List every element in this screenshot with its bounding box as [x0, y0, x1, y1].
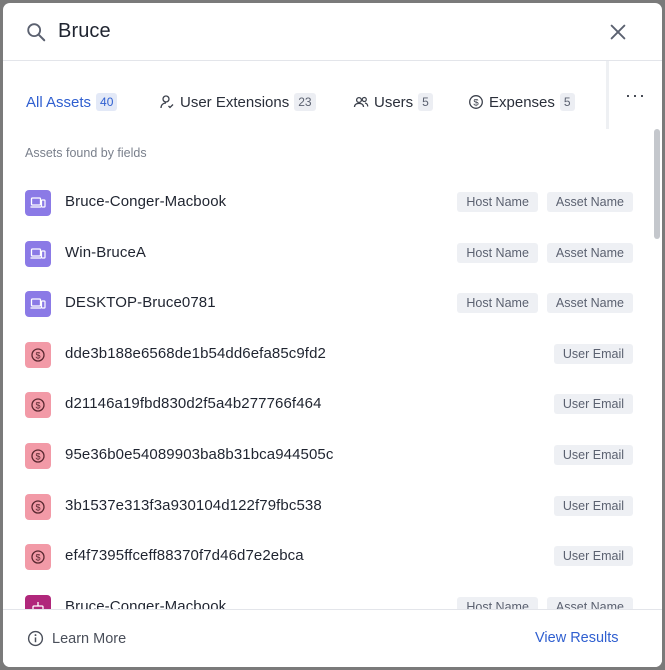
- result-name: 95e36b0e54089903ba8b31bca944505c: [65, 446, 334, 463]
- user-extension-icon: [160, 95, 174, 109]
- field-tag: User Email: [553, 445, 633, 465]
- svg-text:$: $: [35, 350, 40, 360]
- view-results-button[interactable]: View Results: [535, 630, 619, 646]
- info-icon: [27, 630, 44, 647]
- dollar-icon: $: [469, 95, 483, 109]
- field-tag: User Email: [553, 546, 633, 567]
- laptop-icon: [25, 291, 51, 318]
- tab-all-assets[interactable]: All Assets 40: [26, 91, 118, 113]
- result-row[interactable]: $ dde3b188e6568de1b54dd6efa85c9fd2 User Em…: [3, 330, 653, 380]
- results-list: Assets found by fields Bruce-Conger-Macb…: [3, 129, 662, 609]
- result-row[interactable]: DESKTOP-Bruce0781 Host Name Asset Name: [3, 279, 653, 329]
- close-icon[interactable]: [607, 21, 629, 43]
- laptop-icon: [25, 240, 51, 267]
- search-bar: Bruce: [3, 3, 662, 61]
- result-tags: Host Name Asset Name: [457, 192, 633, 212]
- result-name: 3b1537e313f3a930104d122f79fbc538: [65, 496, 322, 514]
- field-tag: Host Name: [457, 192, 538, 212]
- result-tags: User Email: [553, 495, 633, 516]
- tab-count: 5: [418, 93, 433, 111]
- result-name: dde3b188e6568de1b54dd6efa85c9fd2: [65, 344, 326, 362]
- result-name: Bruce-Conger-Macbook: [65, 193, 227, 210]
- result-row[interactable]: $ ef4f7395ffceff88370f7d46d7e2ebca User Em…: [3, 532, 653, 582]
- dollar-icon: $: [25, 341, 51, 368]
- users-icon: [353, 96, 369, 108]
- tab-count: 40: [96, 93, 118, 111]
- more-options-button[interactable]: ···: [609, 61, 662, 129]
- tab-count: 5: [559, 93, 575, 111]
- result-row[interactable]: Bruce-Conger-Macbook Host Name Asset Name: [3, 178, 653, 228]
- svg-text:$: $: [473, 97, 479, 108]
- scrollbar[interactable]: [654, 129, 660, 239]
- field-tag: User Email: [553, 343, 633, 364]
- dollar-icon: $: [25, 544, 51, 571]
- tab-label: Expenses: [489, 93, 555, 111]
- result-tags: User Email: [553, 343, 633, 364]
- dollar-icon: $: [25, 443, 51, 469]
- result-tags: Host Name Asset Name: [457, 293, 633, 314]
- tab-users[interactable]: Users 5: [353, 91, 433, 113]
- dollar-icon: $: [25, 392, 51, 419]
- result-tags: Host Name Asset Name: [457, 242, 633, 263]
- svg-text:$: $: [35, 451, 40, 461]
- section-title: Assets found by fields: [25, 146, 147, 160]
- result-row[interactable]: Bruce-Conger-Macbook Host Name Asset Name: [3, 583, 653, 609]
- field-tag: Asset Name: [546, 293, 633, 314]
- tab-label: User Extensions: [180, 93, 290, 111]
- field-tag: Asset Name: [546, 596, 633, 609]
- result-name: Win-BruceA: [65, 243, 147, 261]
- tab-expenses[interactable]: $ Expenses 5: [468, 91, 575, 113]
- result-row[interactable]: $3b1537e313f3a930104d122f79fbc538 User Em…: [3, 482, 653, 532]
- result-name: Bruce-Conger-Macbook: [65, 597, 227, 609]
- tab-label: Users: [374, 93, 414, 111]
- search-input[interactable]: Bruce: [58, 20, 111, 43]
- result-row[interactable]: $95e36b0e54089903ba8b31bca944505c User Em…: [3, 431, 653, 481]
- field-tag: Host Name: [457, 293, 538, 314]
- footer: Learn More View Results: [3, 609, 662, 667]
- field-tag: Asset Name: [546, 192, 633, 212]
- result-row[interactable]: Win-BruceA Host Name Asset Name: [3, 229, 653, 279]
- result-row[interactable]: $ d21146a19fbd830d2f5a4b277766f464 User Em…: [3, 380, 653, 430]
- field-tag: Host Name: [457, 242, 538, 263]
- tab-bar: All Assets 40 User Extensions 23 Users 5: [3, 61, 608, 129]
- tab-label: All Assets: [26, 93, 92, 111]
- tab-count: 23: [294, 93, 316, 111]
- result-tags: User Email: [553, 445, 633, 465]
- extension-icon: [25, 594, 51, 609]
- result-tags: Host Name Asset Name: [457, 596, 633, 609]
- svg-text:$: $: [35, 552, 40, 562]
- laptop-icon: [25, 190, 51, 216]
- search-icon: [27, 23, 46, 42]
- search-modal: Bruce All Assets 40 User Extensions 23 U…: [3, 3, 662, 667]
- learn-more-label: Learn More: [52, 630, 127, 647]
- field-tag: Host Name: [457, 596, 538, 609]
- result-tags: User Email: [553, 394, 633, 415]
- result-tags: User Email: [553, 546, 633, 567]
- dollar-icon: $: [25, 493, 51, 520]
- field-tag: User Email: [553, 394, 633, 415]
- tab-user-extensions[interactable]: User Extensions 23: [159, 91, 316, 113]
- field-tag: Asset Name: [546, 242, 633, 263]
- result-name: d21146a19fbd830d2f5a4b277766f464: [65, 395, 322, 413]
- learn-more-link[interactable]: Learn More: [27, 630, 126, 647]
- result-name: DESKTOP-Bruce0781: [65, 294, 216, 312]
- svg-text:$: $: [35, 401, 40, 411]
- result-name: ef4f7395ffceff88370f7d46d7e2ebca: [65, 547, 304, 565]
- svg-text:$: $: [35, 502, 40, 512]
- field-tag: User Email: [553, 495, 633, 516]
